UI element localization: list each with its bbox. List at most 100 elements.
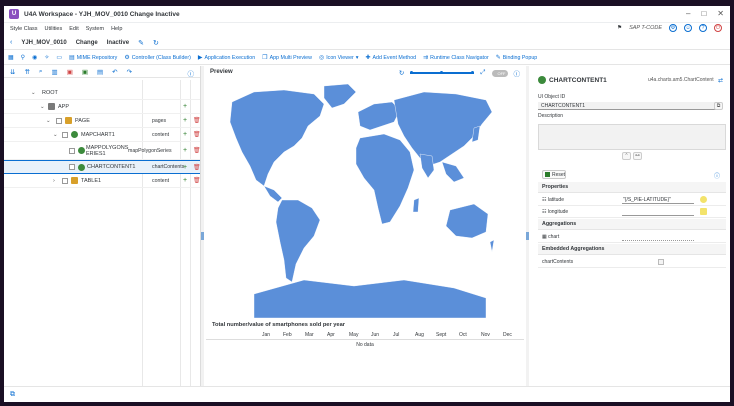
month-label: Mar xyxy=(305,332,314,338)
zoom-slider[interactable] xyxy=(410,70,475,76)
tree-checkbox[interactable] xyxy=(62,131,68,138)
month-label: Aug xyxy=(415,332,424,338)
search-icon[interactable]: ⌕ xyxy=(39,68,43,76)
tree-row-table[interactable]: › TABLE1 content + 🗑 xyxy=(4,174,201,188)
back-icon[interactable]: ‹ xyxy=(10,39,12,46)
delete-icon[interactable]: ▣ xyxy=(67,68,73,76)
add-child-icon[interactable]: + xyxy=(183,147,187,154)
tree-checkbox[interactable] xyxy=(69,164,75,170)
reset-button[interactable]: Reset xyxy=(542,170,566,179)
tree-checkbox[interactable] xyxy=(62,177,68,184)
add-child-icon[interactable]: + xyxy=(183,164,187,171)
tcode-input[interactable]: SAP T-CODE xyxy=(629,25,662,31)
right-splitter[interactable] xyxy=(526,66,529,386)
chartcontent-icon xyxy=(538,76,546,84)
add-event-method-button[interactable]: ✚ Add Event Method xyxy=(365,54,416,62)
display-icon[interactable]: ▭ xyxy=(56,54,62,61)
user-icon[interactable]: ☺ xyxy=(684,24,692,32)
refresh-icon[interactable]: ↻ xyxy=(153,39,159,47)
expand-icon[interactable]: ⌄ xyxy=(40,104,45,110)
copy-id-icon[interactable]: ⧉ xyxy=(714,102,723,110)
menu-help[interactable]: Help xyxy=(111,26,122,32)
tree-row-chartcontent[interactable]: CHARTCONTENT1 chartContents + 🗑 xyxy=(4,160,201,174)
help-icon[interactable]: ? xyxy=(699,24,707,32)
longitude-input[interactable] xyxy=(622,208,694,216)
chart-aggregation-field[interactable] xyxy=(622,233,694,241)
close-icon[interactable]: ✕ xyxy=(717,9,724,18)
collapse-all-icon[interactable]: ⇈ xyxy=(24,68,29,76)
expand-icon[interactable]: ⌄ xyxy=(46,118,51,124)
add-child-icon[interactable]: + xyxy=(183,131,187,138)
delete-node-icon[interactable]: 🗑 xyxy=(193,147,201,154)
world-map[interactable] xyxy=(224,82,494,322)
expand-all-icon[interactable]: ⇊ xyxy=(10,68,15,76)
link-icon[interactable]: ⚯ xyxy=(633,152,642,160)
tree-row-mappolygonseries[interactable]: MAPPOLYGONSERIES1 mapPolygonSeries + 🗑 xyxy=(4,142,201,160)
copy-icon[interactable]: ▣ xyxy=(82,68,88,76)
paste-icon[interactable]: ▤ xyxy=(97,68,103,76)
mime-repository-button[interactable]: ▤ MIME Repository xyxy=(69,54,117,62)
splitter-handle[interactable] xyxy=(526,232,529,240)
expand-icon[interactable]: ⌄ xyxy=(53,132,58,138)
sort-icon[interactable]: ▥ xyxy=(52,68,58,76)
tree-checkbox[interactable] xyxy=(69,147,75,154)
redo-icon[interactable]: ↷ xyxy=(127,68,132,76)
collapse-icon[interactable]: › xyxy=(53,178,55,184)
toggle-edit-icon[interactable]: ✎ xyxy=(138,39,144,47)
menu-system[interactable]: System xyxy=(86,26,104,32)
fullscreen-icon[interactable]: ⤢ xyxy=(480,69,485,77)
delete-node-icon[interactable]: 🗑 xyxy=(193,164,201,171)
add-child-icon[interactable]: + xyxy=(183,103,187,110)
menu-style-class[interactable]: Style Class xyxy=(10,26,38,32)
binding-popup-button[interactable]: ✎ Binding Popup xyxy=(496,54,538,62)
minimize-icon[interactable]: – xyxy=(686,9,690,18)
preview-toggle[interactable]: OFF xyxy=(491,69,508,77)
binding-icon[interactable] xyxy=(700,196,707,203)
icon-viewer-icon: ◎ xyxy=(318,55,325,61)
ui-object-id-field[interactable]: CHARTCONTENT1 xyxy=(538,102,716,110)
pin-icon[interactable]: ⚲ xyxy=(21,54,25,61)
power-icon[interactable]: ⏻ xyxy=(714,24,722,32)
tree-help-icon[interactable]: ⓘ xyxy=(188,68,195,78)
check-icon[interactable]: ◉ xyxy=(32,54,37,61)
layout-icon[interactable]: ▦ xyxy=(8,54,14,61)
tree-row-mapchart[interactable]: ⌄ MAPCHART1 content + 🗑 xyxy=(4,128,201,142)
undo-icon[interactable]: ↶ xyxy=(112,68,117,76)
collapse-description-icon[interactable]: ⌃ xyxy=(622,152,631,160)
expand-icon[interactable]: ⌄ xyxy=(31,90,36,96)
application-execution-button[interactable]: ▶ Application Execution xyxy=(198,54,255,62)
runtime-class-navigator-button[interactable]: ⇉ Runtime Class Navigator xyxy=(423,54,489,62)
tree-row-page[interactable]: ⌄ PAGE pages + 🗑 xyxy=(4,114,201,128)
binding-popup-icon[interactable] xyxy=(700,208,707,215)
status-window-icon[interactable]: ⧉ xyxy=(10,391,15,399)
month-label: Sept xyxy=(436,332,447,338)
description-field[interactable] xyxy=(538,124,726,150)
navigate-icon[interactable]: ⇄ xyxy=(718,77,723,84)
latitude-input[interactable]: "{/S_PIE-LATITUDE}" xyxy=(622,196,694,204)
app-icon xyxy=(48,103,55,110)
tree-checkbox[interactable] xyxy=(56,117,62,124)
icon-viewer-button[interactable]: ◎ Icon Viewer ▾ xyxy=(318,54,359,62)
delete-node-icon[interactable]: 🗑 xyxy=(193,177,201,184)
embedded-checkbox[interactable] xyxy=(658,259,664,265)
controller-button[interactable]: ⚙ Controller (Class Builder) xyxy=(124,54,191,62)
delete-node-icon[interactable]: 🗑 xyxy=(193,117,201,124)
delete-node-icon[interactable]: 🗑 xyxy=(193,131,201,138)
maximize-icon[interactable]: □ xyxy=(701,9,706,18)
month-label: Jul xyxy=(393,332,400,338)
preview-help-icon[interactable]: ⓘ xyxy=(514,68,521,78)
settings-icon[interactable]: ⚙ xyxy=(669,24,677,32)
app-multi-preview-button[interactable]: ❐ App Multi Preview xyxy=(262,54,312,62)
properties-help-icon[interactable]: ⓘ xyxy=(714,171,720,180)
add-child-icon[interactable]: + xyxy=(183,177,187,184)
tree-row-app[interactable]: ⌄ APP + xyxy=(4,100,200,114)
main-toolbar: ▦ ⚲ ◉ ✧ ▭ ▤ MIME Repository ⚙ Controller (… xyxy=(4,51,730,65)
month-label: Apr xyxy=(327,332,335,338)
tree-row-root[interactable]: ⌄ ROOT xyxy=(4,86,200,100)
add-child-icon[interactable]: + xyxy=(183,117,187,124)
menu-utilities[interactable]: Utilities xyxy=(45,26,63,32)
menu-bar: Style Class Utilities Edit System Help ⚑… xyxy=(4,23,730,35)
menu-edit[interactable]: Edit xyxy=(69,26,78,32)
preview-refresh-icon[interactable]: ↻ xyxy=(399,69,404,77)
activate-icon[interactable]: ✧ xyxy=(44,54,49,61)
